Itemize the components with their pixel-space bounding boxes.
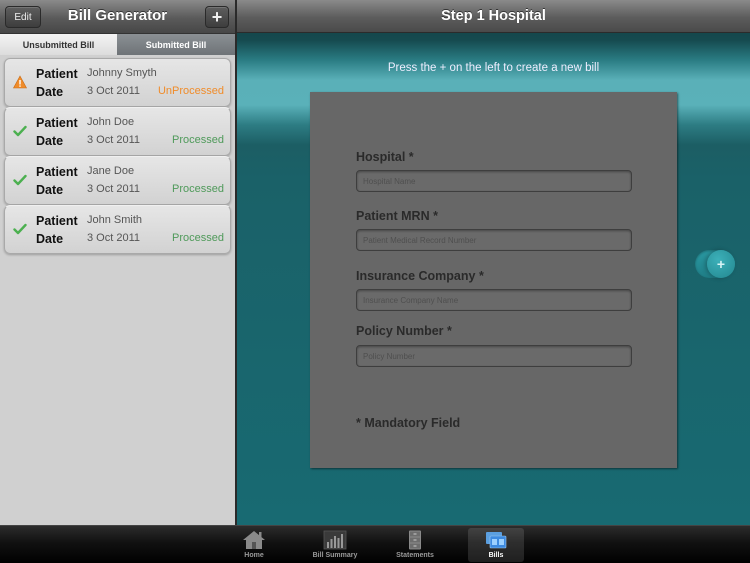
segment-unsubmitted-bill[interactable]: Unsubmitted Bill bbox=[0, 34, 117, 55]
tab-label: Bills bbox=[488, 552, 504, 559]
patient-name: John Smith bbox=[87, 214, 143, 226]
patient-mrn-input[interactable]: Patient Medical Record Number bbox=[356, 229, 632, 251]
plus-icon: + bbox=[707, 250, 735, 278]
bill-list-pane: Edit Bill Generator + Unsubmitted Bill S… bbox=[0, 0, 235, 525]
patient-label: Patient bbox=[36, 165, 78, 179]
filing-cabinet-icon bbox=[409, 530, 421, 550]
bill-list-item[interactable]: Patient John Doe Date 3 Oct 2011 Process… bbox=[4, 107, 231, 156]
tab-label: Statements bbox=[396, 552, 434, 559]
date-label: Date bbox=[36, 232, 64, 246]
bills-icon bbox=[486, 532, 507, 549]
policy-number-input[interactable]: Policy Number bbox=[356, 345, 632, 367]
bill-list-item[interactable]: Patient Johnny Smyth Date 3 Oct 2011 UnP… bbox=[4, 58, 231, 107]
patient-name: John Doe bbox=[87, 116, 135, 128]
tab-bills[interactable]: Bills bbox=[468, 528, 524, 562]
bill-list-item[interactable]: Patient John Smith Date 3 Oct 2011 Proce… bbox=[4, 205, 231, 254]
hospital-name-input[interactable]: Hospital Name bbox=[356, 170, 632, 192]
bill-date: 3 Oct 2011 bbox=[87, 232, 140, 244]
home-icon bbox=[243, 531, 265, 549]
date-label: Date bbox=[36, 183, 64, 197]
app-title: Bill Generator bbox=[67, 7, 168, 24]
bill-detail-pane: Step 1 Hospital Press the + on the left … bbox=[235, 0, 750, 525]
bar-chart-icon bbox=[323, 530, 347, 550]
date-label: Date bbox=[36, 134, 64, 148]
tab-statements[interactable]: Statements bbox=[387, 528, 443, 562]
checkmark-icon bbox=[13, 125, 27, 137]
bill-date: 3 Oct 2011 bbox=[87, 85, 140, 97]
right-navigation-bar: Step 1 Hospital bbox=[237, 0, 750, 33]
add-bill-button[interactable]: + bbox=[205, 6, 229, 28]
page-title: Step 1 Hospital bbox=[441, 8, 546, 24]
tab-bar: Home Bill Summary Statements Bills bbox=[0, 525, 750, 563]
hospital-form: Hospital * Hospital Name Patient MRN * P… bbox=[310, 92, 677, 468]
bill-date: 3 Oct 2011 bbox=[87, 134, 140, 146]
bill-filter-segmented-control: Unsubmitted Bill Submitted Bill bbox=[0, 34, 235, 55]
bill-date: 3 Oct 2011 bbox=[87, 183, 140, 195]
bill-list: Patient Johnny Smyth Date 3 Oct 2011 UnP… bbox=[0, 55, 235, 254]
status-badge: Processed bbox=[172, 232, 224, 244]
plus-icon: + bbox=[211, 7, 223, 27]
status-badge: Processed bbox=[172, 134, 224, 146]
insurance-company-input[interactable]: Insurance Company Name bbox=[356, 289, 632, 311]
status-badge: Processed bbox=[172, 183, 224, 195]
patient-label: Patient bbox=[36, 214, 78, 228]
patient-name: Jane Doe bbox=[87, 165, 135, 177]
warning-icon bbox=[13, 75, 27, 89]
add-toggle-button[interactable]: + bbox=[695, 250, 735, 278]
tab-label: Home bbox=[244, 552, 264, 559]
mandatory-field-note: * Mandatory Field bbox=[356, 416, 461, 430]
insurance-company-label: Insurance Company * bbox=[356, 269, 484, 283]
patient-label: Patient bbox=[36, 116, 78, 130]
instruction-text: Press the + on the left to create a new … bbox=[387, 62, 600, 74]
bill-list-item[interactable]: Patient Jane Doe Date 3 Oct 2011 Process… bbox=[4, 156, 231, 205]
patient-mrn-label: Patient MRN * bbox=[356, 209, 438, 223]
segment-submitted-bill[interactable]: Submitted Bill bbox=[117, 34, 235, 55]
checkmark-icon bbox=[13, 223, 27, 235]
tab-label: Bill Summary bbox=[312, 552, 358, 559]
date-label: Date bbox=[36, 85, 64, 99]
patient-label: Patient bbox=[36, 67, 78, 81]
policy-number-label: Policy Number * bbox=[356, 324, 452, 338]
status-badge: UnProcessed bbox=[157, 85, 224, 97]
patient-name: Johnny Smyth bbox=[87, 67, 157, 79]
tab-home[interactable]: Home bbox=[226, 528, 282, 562]
checkmark-icon bbox=[13, 174, 27, 186]
tab-bill-summary[interactable]: Bill Summary bbox=[307, 528, 363, 562]
hospital-label: Hospital * bbox=[356, 150, 414, 164]
left-navigation-bar: Edit Bill Generator + bbox=[0, 0, 235, 34]
